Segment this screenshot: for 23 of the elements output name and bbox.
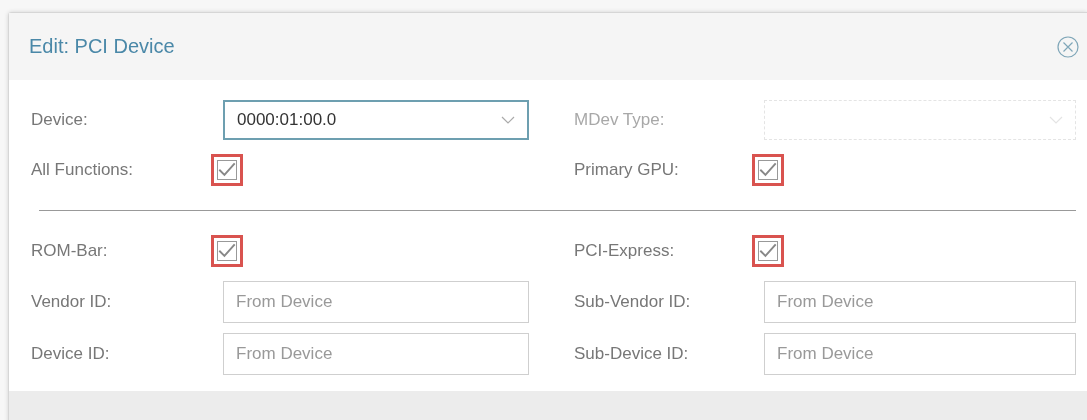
close-icon[interactable] — [1057, 35, 1079, 58]
checkbox[interactable] — [758, 160, 778, 180]
checkbox[interactable] — [758, 241, 778, 261]
field-label: Primary GPU: — [574, 160, 680, 180]
caret-icon — [501, 116, 515, 124]
field-label: All Functions: — [31, 160, 135, 180]
field-label: Sub-Device ID: — [574, 344, 690, 364]
field-label: MDev Type: — [574, 110, 666, 130]
field-label: Device: — [31, 110, 89, 130]
field-label: Vendor ID: — [31, 292, 113, 312]
input-field[interactable]: From Device — [764, 281, 1076, 323]
checkbox[interactable] — [217, 160, 237, 180]
field-label: PCI-Express: — [574, 241, 676, 261]
input-field[interactable]: From Device — [764, 333, 1076, 375]
field-label: Device ID: — [31, 344, 111, 364]
input-field[interactable]: From Device — [223, 281, 529, 323]
input-field[interactable]: From Device — [223, 333, 529, 375]
checkbox[interactable] — [217, 241, 237, 261]
caret-icon — [1049, 116, 1063, 124]
device-dropdown[interactable]: 0000:01:00.0 — [223, 100, 529, 140]
dialog-title: Edit: PCI Device — [29, 35, 175, 58]
field-label: Sub-Vendor ID: — [574, 292, 692, 312]
field-label: ROM-Bar: — [31, 241, 109, 261]
